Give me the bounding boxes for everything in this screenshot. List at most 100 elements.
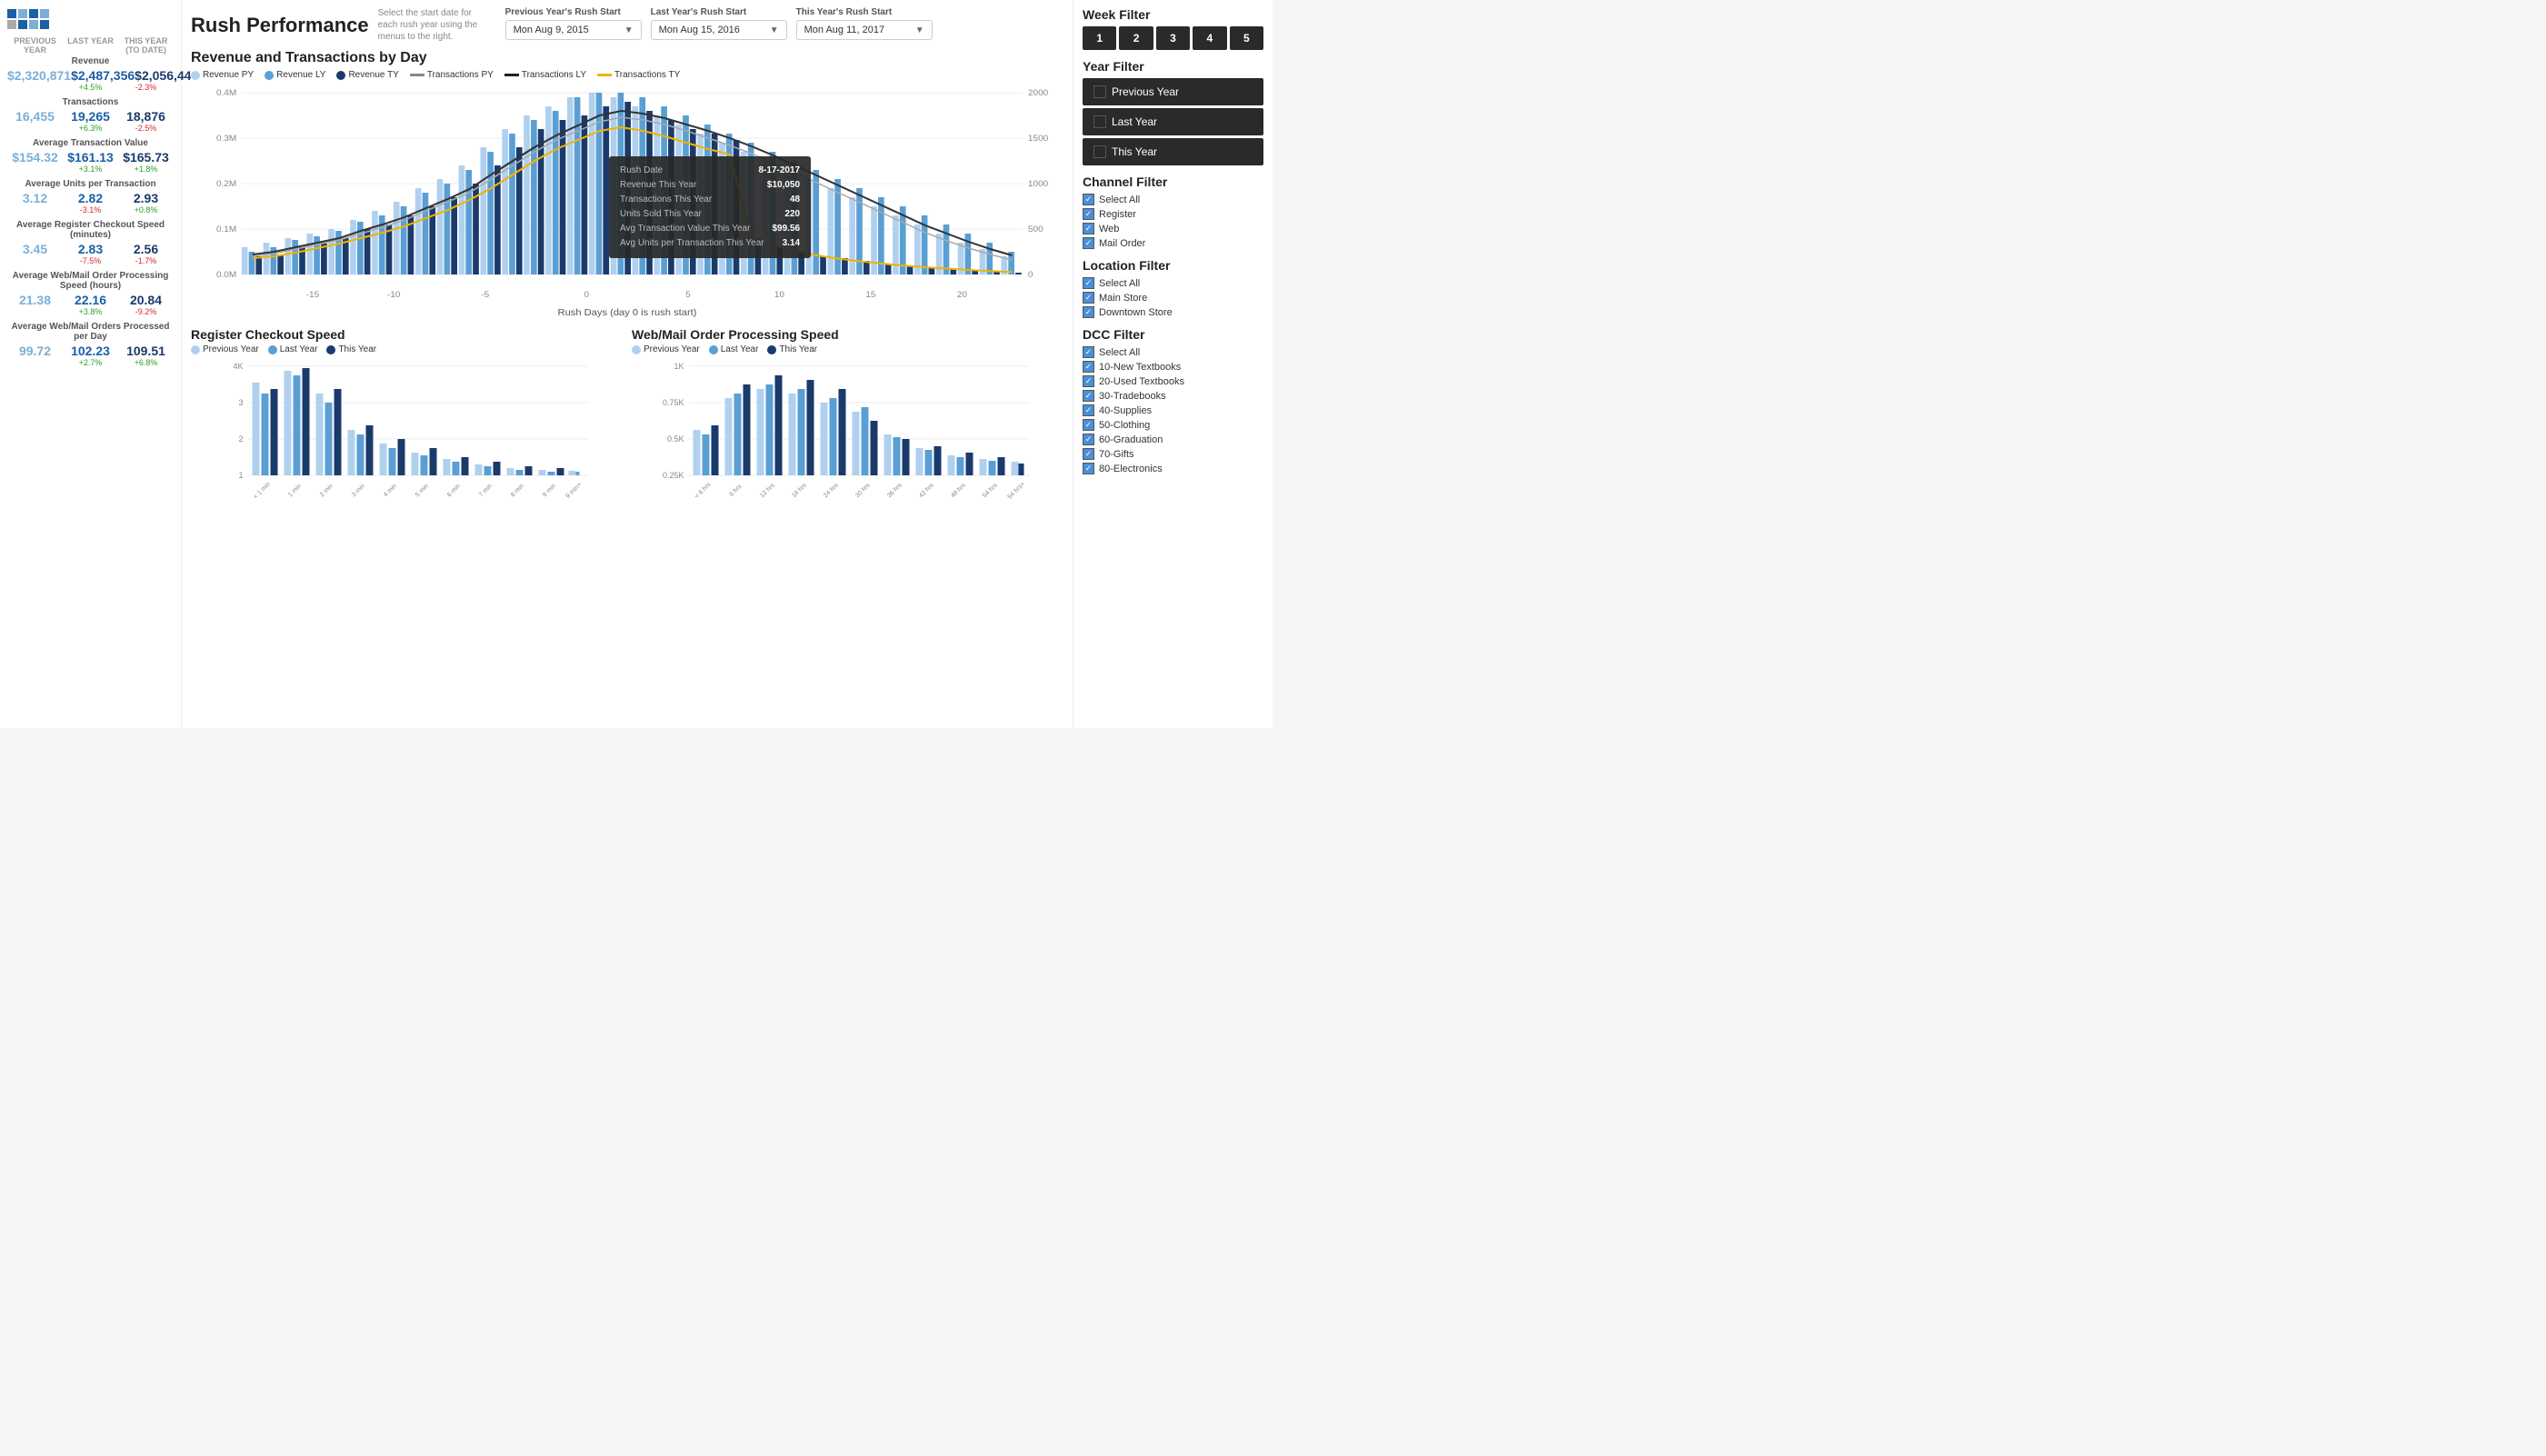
kpi-group-title-5: Average Web/Mail Order Processing Speed … xyxy=(7,271,174,291)
checkbox-item-3[interactable]: ✓Mail Order xyxy=(1083,237,1263,249)
checkbox-item-2[interactable]: ✓Web xyxy=(1083,223,1263,234)
kpi-change-5-2: -9.2% xyxy=(118,307,174,316)
week-button-4[interactable]: 4 xyxy=(1193,26,1226,50)
week-button-1[interactable]: 1 xyxy=(1083,26,1116,50)
date-filter-py: Previous Year's Rush Start Mon Aug 9, 20… xyxy=(505,7,642,40)
kpi-header-ly: LAST YEAR xyxy=(63,36,118,55)
checkbox-item-5[interactable]: ✓50-Clothing xyxy=(1083,419,1263,431)
kpi-value-1-2: 18,876 xyxy=(118,109,174,124)
svg-text:9 min: 9 min xyxy=(542,483,557,498)
year-buttons: Previous Year Last Year This Year xyxy=(1083,78,1263,165)
main-legend-item-2: Revenue TY xyxy=(336,70,398,80)
checkout-chart-svg: 4K 3 2 1 xyxy=(191,357,623,521)
checkbox-box-8[interactable]: ✓ xyxy=(1083,463,1094,474)
webmail-legend-item-1: Last Year xyxy=(709,344,759,354)
checkbox-box-1[interactable]: ✓ xyxy=(1083,361,1094,373)
date-filter-ly-label: Last Year's Rush Start xyxy=(651,7,787,17)
right-panel: Week Filter 12345 Year Filter Previous Y… xyxy=(1073,0,1273,728)
checkbox-box-2[interactable]: ✓ xyxy=(1083,223,1094,234)
checkbox-box-5[interactable]: ✓ xyxy=(1083,419,1094,431)
svg-text:2000: 2000 xyxy=(1028,88,1048,97)
kpi-group-title-3: Average Units per Transaction xyxy=(7,179,174,189)
checkbox-box-1[interactable]: ✓ xyxy=(1083,292,1094,304)
tooltip-revenue-ty: Revenue This Year $10,050 xyxy=(620,178,800,193)
kpi-change-6-0 xyxy=(7,358,63,367)
svg-text:54 hrs: 54 hrs xyxy=(982,482,999,499)
checkbox-item-3[interactable]: ✓30-Tradebooks xyxy=(1083,390,1263,402)
kpi-group-title-2: Average Transaction Value xyxy=(7,138,174,148)
svg-text:42 hrs: 42 hrs xyxy=(918,482,935,499)
date-filter-ty: This Year's Rush Start Mon Aug 11, 2017 … xyxy=(796,7,933,40)
main-legend-item-4: Transactions LY xyxy=(504,70,586,80)
kpi-value-5-1: 22.16 xyxy=(63,293,118,307)
checkbox-item-0[interactable]: ✓Select All xyxy=(1083,194,1263,205)
checkbox-item-1[interactable]: ✓Main Store xyxy=(1083,292,1263,304)
kpi-value-6-1: 102.23 xyxy=(63,344,118,358)
week-filter-title: Week Filter xyxy=(1083,7,1263,22)
kpi-change-3-0 xyxy=(7,205,63,214)
year-filter-btn-2[interactable]: This Year xyxy=(1083,138,1263,165)
checkbox-box-3[interactable]: ✓ xyxy=(1083,237,1094,249)
kpi-change-1-2: -2.5% xyxy=(118,124,174,133)
svg-text:36 hrs: 36 hrs xyxy=(886,482,904,499)
left-panel: PREVIOUS YEAR LAST YEAR THIS YEAR (TO DA… xyxy=(0,0,182,728)
week-button-5[interactable]: 5 xyxy=(1230,26,1263,50)
svg-text:3 min: 3 min xyxy=(351,483,366,498)
date-filter-ty-label: This Year's Rush Start xyxy=(796,7,933,17)
subtitle-text: Select the start date for each rush year… xyxy=(378,7,487,43)
kpi-value-5-2: 20.84 xyxy=(118,293,174,307)
date-filter-ty-select[interactable]: Mon Aug 11, 2017 ▼ xyxy=(796,20,933,40)
checkbox-item-7[interactable]: ✓70-Gifts xyxy=(1083,448,1263,460)
checkbox-item-8[interactable]: ✓80-Electronics xyxy=(1083,463,1263,474)
year-filter-btn-1[interactable]: Last Year xyxy=(1083,108,1263,135)
week-button-3[interactable]: 3 xyxy=(1156,26,1190,50)
checkbox-item-4[interactable]: ✓40-Supplies xyxy=(1083,404,1263,416)
svg-text:3: 3 xyxy=(238,398,243,407)
main-legend-item-1: Revenue LY xyxy=(265,70,325,80)
chevron-down-icon: ▼ xyxy=(770,25,779,35)
checkbox-box-0[interactable]: ✓ xyxy=(1083,277,1094,289)
year-filter-title: Year Filter xyxy=(1083,59,1263,74)
svg-text:5: 5 xyxy=(685,290,691,299)
svg-text:20: 20 xyxy=(957,290,967,299)
svg-text:12 hrs: 12 hrs xyxy=(759,482,776,499)
main-chart-area: Revenue and Transactions by Day Revenue … xyxy=(191,50,1063,320)
year-filter-btn-0[interactable]: Previous Year xyxy=(1083,78,1263,105)
kpi-change-0-0 xyxy=(7,83,63,92)
checkbox-box-4[interactable]: ✓ xyxy=(1083,404,1094,416)
checkbox-box-0[interactable]: ✓ xyxy=(1083,194,1094,205)
kpi-group-0: Revenue$2,320,871$2,487,356$2,056,442+4.… xyxy=(7,56,174,92)
week-button-2[interactable]: 2 xyxy=(1119,26,1153,50)
kpi-value-3-2: 2.93 xyxy=(118,191,174,205)
date-filter-py-select[interactable]: Mon Aug 9, 2015 ▼ xyxy=(505,20,642,40)
checkbox-item-0[interactable]: ✓Select All xyxy=(1083,346,1263,358)
checkbox-item-2[interactable]: ✓20-Used Textbooks xyxy=(1083,375,1263,387)
checkbox-box-1[interactable]: ✓ xyxy=(1083,208,1094,220)
checkbox-box-7[interactable]: ✓ xyxy=(1083,448,1094,460)
checkout-chart-legend: Previous YearLast YearThis Year xyxy=(191,344,623,354)
kpi-value-2-1: $161.13 xyxy=(63,150,118,165)
svg-text:15: 15 xyxy=(865,290,875,299)
kpi-header-py: PREVIOUS YEAR xyxy=(7,36,63,55)
svg-text:2 min: 2 min xyxy=(319,483,334,498)
checkbox-box-3[interactable]: ✓ xyxy=(1083,390,1094,402)
checkbox-item-1[interactable]: ✓Register xyxy=(1083,208,1263,220)
checkbox-box-2[interactable]: ✓ xyxy=(1083,375,1094,387)
checkout-legend-item-0: Previous Year xyxy=(191,344,259,354)
checkbox-box-6[interactable]: ✓ xyxy=(1083,434,1094,445)
kpi-value-2-0: $154.32 xyxy=(7,150,63,165)
dcc-checkbox-group: ✓Select All ✓10-New Textbooks ✓20-Used Tex… xyxy=(1083,346,1263,474)
svg-text:-5: -5 xyxy=(481,290,489,299)
checkbox-item-0[interactable]: ✓Select All xyxy=(1083,277,1263,289)
checkbox-box-2[interactable]: ✓ xyxy=(1083,306,1094,318)
checkbox-item-6[interactable]: ✓60-Graduation xyxy=(1083,434,1263,445)
channel-checkbox-group: ✓Select All ✓Register ✓Web ✓Mail Order xyxy=(1083,194,1263,249)
checkbox-item-2[interactable]: ✓Downtown Store xyxy=(1083,306,1263,318)
dcc-filter-title: DCC Filter xyxy=(1083,327,1263,342)
date-filter-ly-select[interactable]: Mon Aug 15, 2016 ▼ xyxy=(651,20,787,40)
checkbox-box-0[interactable]: ✓ xyxy=(1083,346,1094,358)
kpi-group-5: Average Web/Mail Order Processing Speed … xyxy=(7,271,174,316)
svg-text:1000: 1000 xyxy=(1028,179,1048,188)
svg-text:1: 1 xyxy=(238,471,243,480)
checkbox-item-1[interactable]: ✓10-New Textbooks xyxy=(1083,361,1263,373)
